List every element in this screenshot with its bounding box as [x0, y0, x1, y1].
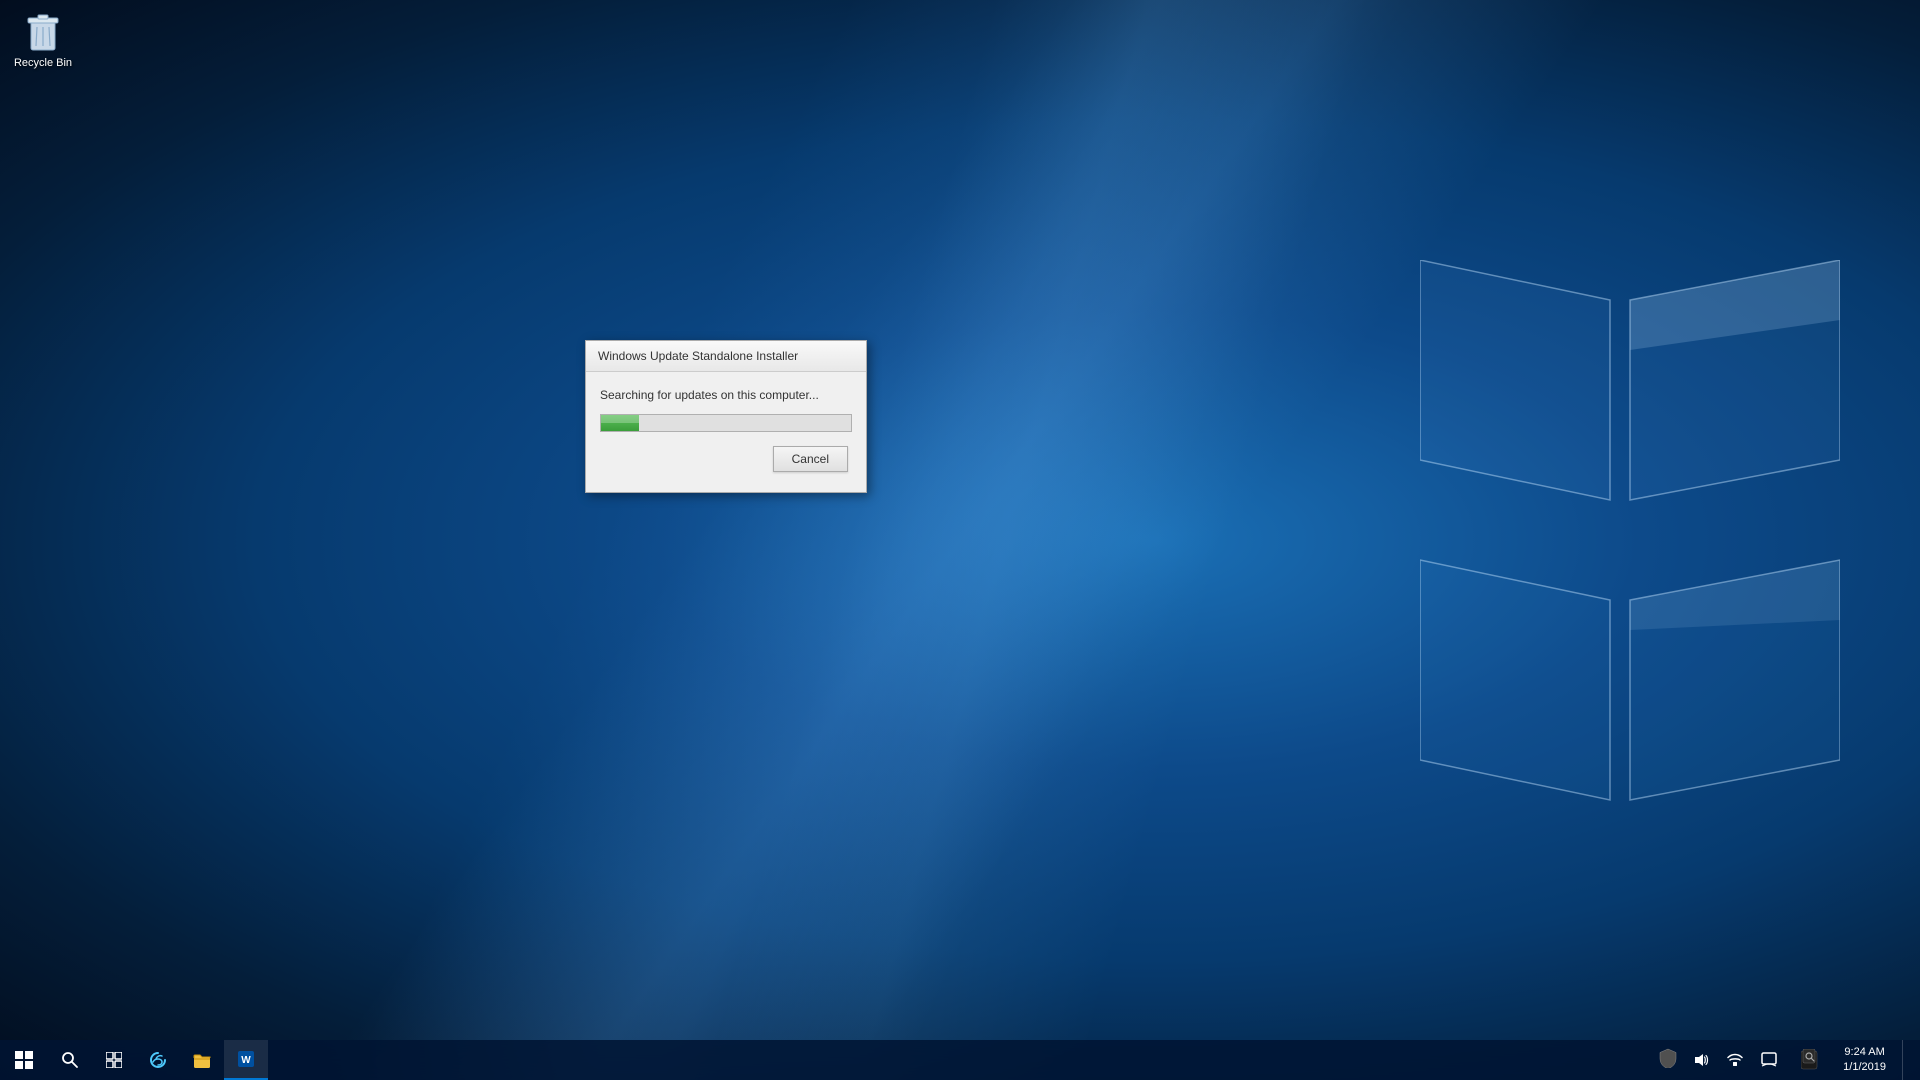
progress-bar — [601, 415, 639, 431]
clock-time: 9:24 AM — [1844, 1045, 1884, 1060]
file-explorer-button[interactable] — [180, 1040, 224, 1080]
explorer-icon — [193, 1051, 211, 1069]
recycle-bin-icon[interactable]: Recycle Bin — [8, 8, 78, 70]
tray-icons — [1647, 1040, 1791, 1080]
recycle-bin-graphic — [23, 8, 63, 52]
volume-icon — [1693, 1052, 1709, 1068]
shield-icon — [1659, 1048, 1677, 1068]
task-view-icon — [106, 1052, 122, 1068]
clock-date: 1/1/2019 — [1843, 1060, 1886, 1075]
dialog-message: Searching for updates on this computer..… — [600, 388, 852, 402]
show-desktop-button[interactable] — [1902, 1040, 1910, 1080]
windows-logo-decoration — [1420, 260, 1840, 820]
network-button[interactable] — [1721, 1040, 1749, 1080]
dialog-footer: Cancel — [600, 446, 852, 480]
brand-icon — [1801, 1049, 1821, 1071]
cancel-button[interactable]: Cancel — [773, 446, 848, 472]
progress-bar-container — [600, 414, 852, 432]
start-button[interactable] — [0, 1040, 48, 1080]
dialog-titlebar: Windows Update Standalone Installer — [586, 341, 866, 372]
security-icon[interactable] — [1655, 1048, 1681, 1073]
edge-icon — [149, 1051, 167, 1069]
action-center-icon — [1761, 1052, 1777, 1068]
task-view-button[interactable] — [92, 1040, 136, 1080]
dialog-title: Windows Update Standalone Installer — [598, 349, 798, 363]
svg-text:W: W — [241, 1055, 251, 1066]
recycle-bin-label: Recycle Bin — [14, 56, 72, 70]
search-button[interactable] — [48, 1040, 92, 1080]
taskbar: W — [0, 1040, 1920, 1080]
app-icon: W — [237, 1050, 255, 1068]
notification-brand[interactable] — [1795, 1049, 1827, 1071]
action-center-button[interactable] — [1755, 1040, 1783, 1080]
start-icon — [15, 1051, 33, 1069]
search-icon — [62, 1052, 78, 1068]
dialog-body: Searching for updates on this computer..… — [586, 372, 866, 492]
clock[interactable]: 9:24 AM 1/1/2019 — [1831, 1045, 1898, 1076]
network-icon — [1727, 1052, 1743, 1068]
edge-browser-button[interactable] — [136, 1040, 180, 1080]
active-app-button[interactable]: W — [224, 1040, 268, 1080]
volume-button[interactable] — [1687, 1040, 1715, 1080]
desktop: Recycle Bin Windows Update Standalone In… — [0, 0, 1920, 1080]
windows-update-dialog: Windows Update Standalone Installer Sear… — [585, 340, 867, 493]
system-tray: 9:24 AM 1/1/2019 — [1647, 1040, 1920, 1080]
